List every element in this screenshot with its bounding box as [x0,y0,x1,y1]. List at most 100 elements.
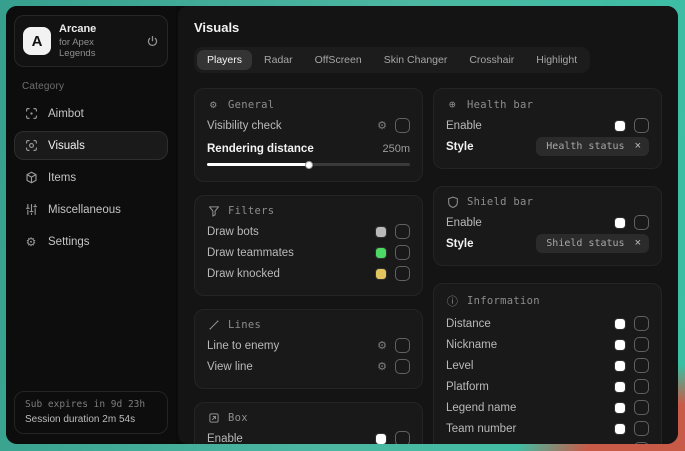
card-title: General [228,99,274,111]
clear-icon[interactable]: × [635,140,641,152]
row-draw-teammates: Draw teammates [207,242,410,263]
slider-track[interactable] [207,163,410,166]
card-title: Lines [228,319,261,331]
app-name: Arcane [59,23,130,35]
right-column: ⊕ Health bar Enable Style Health stat [433,88,662,444]
row-team-number: Team number [446,418,649,439]
tab-skin-changer[interactable]: Skin Changer [374,50,458,70]
color-swatch[interactable] [614,381,626,393]
style-select-value: Health status [546,141,624,152]
checkbox[interactable] [395,118,410,133]
tab-crosshair[interactable]: Crosshair [459,50,524,70]
card-information: ⓘ Information Distance Nickname [433,283,662,444]
checkbox[interactable] [634,442,649,444]
sidebar-item-aimbot[interactable]: Aimbot [14,99,168,128]
cube-icon [24,171,38,184]
scan-eye-icon [24,139,38,152]
crosshair-icon [24,107,38,120]
checkbox[interactable] [634,337,649,352]
sidebar-item-items[interactable]: Items [14,163,168,192]
row-shield-style: Style Shield status × [446,233,649,254]
checkbox[interactable] [634,215,649,230]
app-window: A Arcane for Apex Legends Category Aimbo… [6,6,678,444]
option-gear-icon[interactable]: ⚙ [377,360,387,373]
color-swatch[interactable] [614,360,626,372]
sidebar-item-label: Aimbot [48,108,84,120]
gear-icon: ⚙ [24,235,38,249]
category-label: Category [22,81,168,92]
shield-icon [446,196,459,208]
main-panel: Visuals Players Radar OffScreen Skin Cha… [178,6,678,444]
card-title: Information [467,295,540,307]
checkbox[interactable] [395,359,410,374]
sidebar-item-label: Settings [48,236,90,248]
clear-icon[interactable]: × [635,237,641,249]
checkbox[interactable] [395,431,410,444]
app-header: A Arcane for Apex Legends [14,15,168,67]
left-column: ⚙ General Visibility check ⚙ Rendering d… [194,88,423,444]
tab-players[interactable]: Players [197,50,252,70]
power-icon[interactable] [146,35,159,48]
tab-highlight[interactable]: Highlight [526,50,587,70]
row-visibility-check: Visibility check ⚙ [207,115,410,136]
checkbox[interactable] [634,379,649,394]
color-swatch[interactable] [375,268,387,280]
sidebar: A Arcane for Apex Legends Category Aimbo… [6,6,176,444]
color-swatch[interactable] [375,226,387,238]
checkbox[interactable] [395,224,410,239]
tab-radar[interactable]: Radar [254,50,303,70]
slider-value: 250m [382,143,410,155]
checkbox[interactable] [395,245,410,260]
health-icon: ⊕ [446,98,459,111]
style-select-value: Shield status [546,238,624,249]
checkbox[interactable] [634,400,649,415]
row-shield-enable: Enable [446,212,649,233]
app-logo: A [23,27,51,55]
color-swatch[interactable] [614,339,626,351]
color-swatch[interactable] [614,217,626,229]
checkbox[interactable] [634,421,649,436]
card-title: Health bar [467,99,533,111]
style-select[interactable]: Health status × [536,137,649,156]
color-swatch[interactable] [375,247,387,259]
slider-thumb[interactable] [305,161,313,169]
row-nickname: Nickname [446,334,649,355]
row-rendering-distance: Rendering distance 250m [207,138,410,170]
checkbox[interactable] [395,338,410,353]
line-icon [207,319,220,331]
row-draw-knocked: Draw knocked [207,263,410,284]
checkbox[interactable] [634,316,649,331]
page-title: Visuals [194,20,662,35]
color-swatch[interactable] [614,120,626,132]
row-health-enable: Enable [446,115,649,136]
checkbox[interactable] [634,358,649,373]
sidebar-item-label: Visuals [48,140,85,152]
sidebar-item-label: Items [48,172,76,184]
row-level: Level [446,355,649,376]
option-gear-icon[interactable]: ⚙ [377,339,387,352]
color-swatch[interactable] [375,433,387,445]
tab-bar: Players Radar OffScreen Skin Changer Cro… [194,47,590,73]
gear-icon: ⚙ [207,98,220,111]
color-swatch[interactable] [614,444,626,445]
checkbox[interactable] [395,266,410,281]
sidebar-item-visuals[interactable]: Visuals [14,131,168,160]
option-gear-icon[interactable]: ⚙ [377,119,387,132]
sidebar-item-miscellaneous[interactable]: Miscellaneous [14,195,168,224]
row-line-to-enemy: Line to enemy ⚙ [207,335,410,356]
row-legend-name: Legend name [446,397,649,418]
card-box: Box Enable Enable background [194,402,423,444]
color-swatch[interactable] [614,402,626,414]
color-swatch[interactable] [614,318,626,330]
card-health-bar: ⊕ Health bar Enable Style Health stat [433,88,662,169]
sidebar-item-label: Miscellaneous [48,204,121,216]
session-duration-text: Session duration 2m 54s [25,414,157,425]
color-swatch[interactable] [614,423,626,435]
row-weapon-in-hands: Weapon in hands [446,439,649,444]
card-shield-bar: Shield bar Enable Style Shield status [433,186,662,266]
checkbox[interactable] [634,118,649,133]
sidebar-item-settings[interactable]: ⚙ Settings [14,227,168,257]
tab-offscreen[interactable]: OffScreen [305,50,372,70]
style-select[interactable]: Shield status × [536,234,649,253]
card-general: ⚙ General Visibility check ⚙ Rendering d… [194,88,423,182]
